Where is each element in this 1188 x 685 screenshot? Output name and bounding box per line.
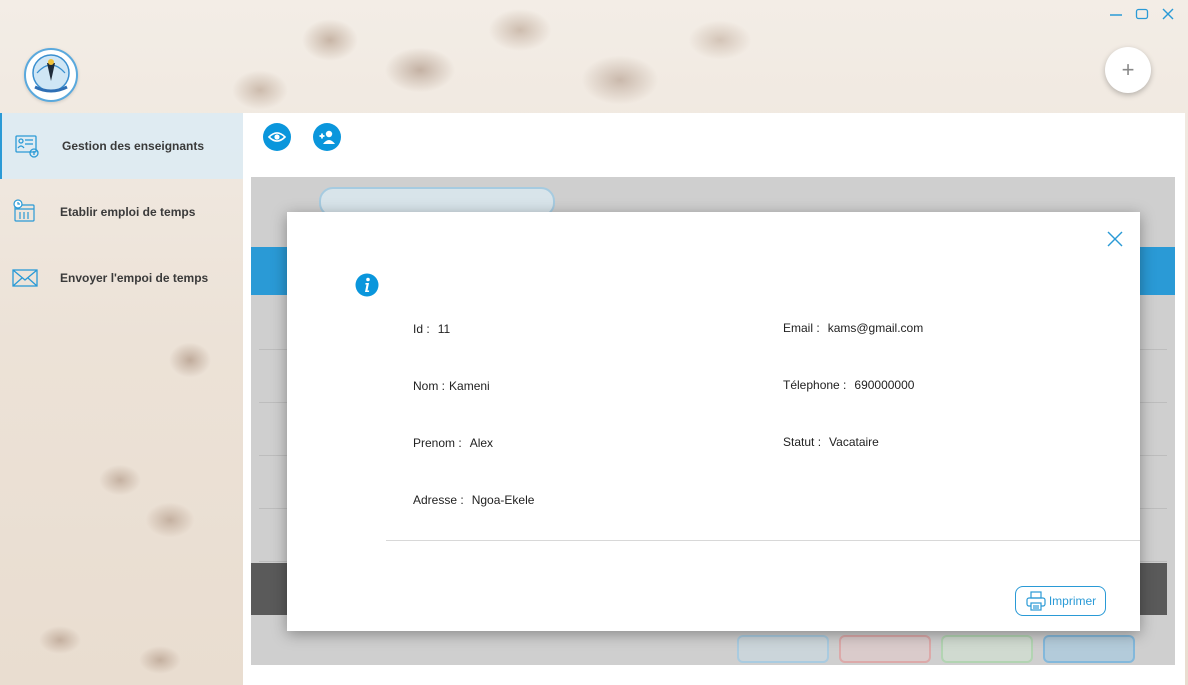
- field-label: Nom :: [413, 379, 446, 393]
- field-value: Ngoa-Ekele: [471, 493, 535, 507]
- sidebar-item-label: Envoyer l'empoi de temps: [60, 271, 209, 285]
- field-adresse: Adresse : Ngoa-Ekele: [413, 493, 534, 507]
- field-value: Kameni: [449, 379, 490, 393]
- plus-icon: +: [1121, 57, 1135, 82]
- app-logo: [24, 48, 78, 102]
- edit-action-button: [941, 635, 1033, 663]
- close-icon[interactable]: [1160, 6, 1176, 22]
- toolbar: [263, 123, 341, 151]
- add-user-icon: [319, 130, 335, 144]
- add-teacher-button[interactable]: [313, 123, 341, 151]
- dialog-divider: [386, 540, 1140, 541]
- field-id: Id : 11: [413, 322, 450, 336]
- sidebar-item-emploi-de-temps[interactable]: Etablir emploi de temps: [0, 179, 243, 245]
- field-label: Statut :: [783, 435, 822, 449]
- field-value: 11: [437, 322, 451, 336]
- field-value: Alex: [469, 436, 494, 450]
- field-label: Prenom :: [413, 436, 462, 450]
- field-label: Télephone :: [783, 378, 847, 392]
- field-value: kams@gmail.com: [827, 321, 924, 335]
- print-button[interactable]: Imprimer: [1015, 586, 1106, 616]
- window-controls: [1108, 6, 1176, 22]
- envelope-icon: [12, 265, 38, 291]
- print-button-label: Imprimer: [1048, 594, 1097, 608]
- field-value: Vacataire: [829, 435, 879, 449]
- field-statut: Statut : Vacataire: [783, 435, 879, 449]
- add-fab-button[interactable]: +: [1105, 47, 1151, 93]
- info-icon: [355, 273, 379, 297]
- eye-icon: [268, 132, 286, 142]
- teacher-details-dialog: Id : 11 Nom : Kameni Prenom : Alex Adres…: [287, 212, 1140, 631]
- delete-action-button: [839, 635, 931, 663]
- field-label: Email :: [783, 321, 820, 335]
- teacher-management-icon: [14, 133, 40, 159]
- field-prenom: Prenom : Alex: [413, 436, 493, 450]
- maximize-icon[interactable]: [1134, 6, 1150, 22]
- field-value: 690000000: [854, 378, 915, 392]
- field-telephone: Télephone : 690000000: [783, 378, 914, 392]
- sidebar: Gestion des enseignants Etablir emploi d…: [0, 113, 243, 685]
- minimize-icon[interactable]: [1108, 6, 1124, 22]
- printer-icon: [1026, 591, 1046, 611]
- action-buttons: [737, 635, 1135, 663]
- sidebar-item-label: Etablir emploi de temps: [60, 205, 196, 219]
- sidebar-item-envoyer-emploi[interactable]: Envoyer l'empoi de temps: [0, 245, 243, 311]
- view-action-button: [1043, 635, 1135, 663]
- view-button[interactable]: [263, 123, 291, 151]
- print-action-button: [737, 635, 829, 663]
- calendar-clock-icon: [12, 199, 38, 225]
- field-nom: Nom : Kameni: [413, 379, 490, 393]
- field-label: Id :: [413, 322, 430, 336]
- sidebar-item-gestion-enseignants[interactable]: Gestion des enseignants: [0, 113, 243, 179]
- field-email: Email : kams@gmail.com: [783, 321, 923, 335]
- sidebar-item-label: Gestion des enseignants: [62, 139, 205, 153]
- field-label: Adresse :: [413, 493, 464, 507]
- dialog-close-icon[interactable]: [1106, 230, 1126, 250]
